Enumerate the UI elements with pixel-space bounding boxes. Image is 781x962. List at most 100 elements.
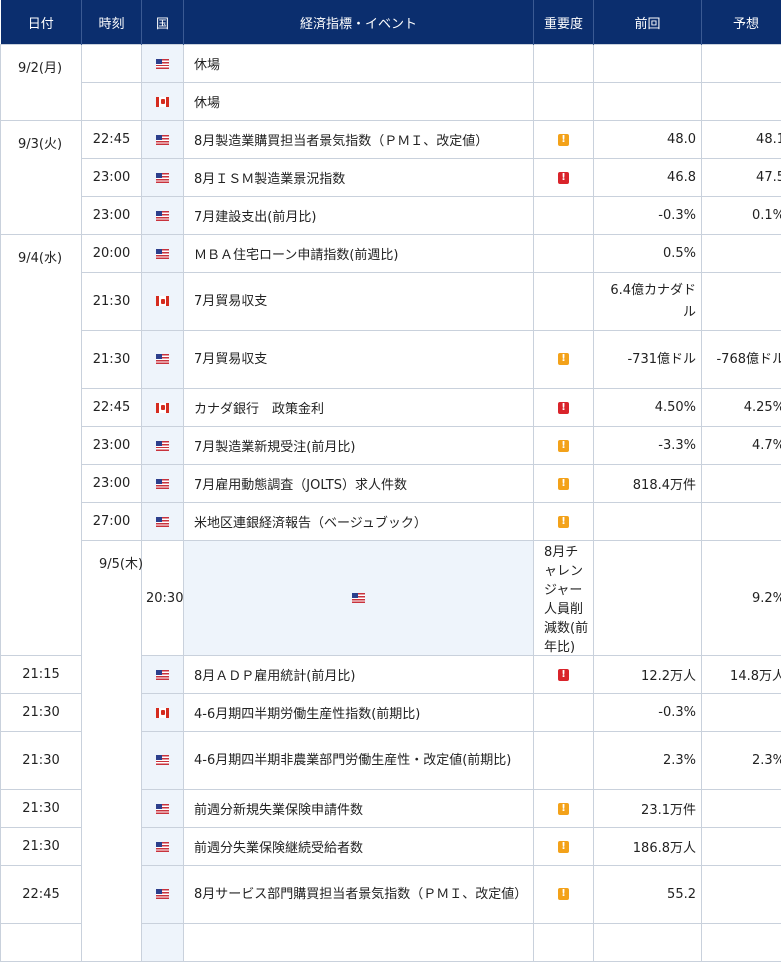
previous-cell: 48.0 [594,121,702,159]
canada-flag-icon [156,708,169,718]
time-cell: 21:15 [1,656,82,694]
importance-cell: ! [534,656,594,694]
table-row: 9/3(火)22:458月製造業購買担当者景気指数（ＰＭＩ、改定値）!48.04… [1,121,781,159]
event-cell: 休場 [184,83,534,121]
us-flag-icon [156,59,169,69]
header-importance: 重要度 [534,0,594,45]
time-cell: 27:00 [82,503,142,541]
medium-importance-icon: ! [558,478,569,490]
event-cell: 米地区連銀経済報告（ベージュブック） [184,503,534,541]
date-cell: 9/3(火) [1,121,82,235]
forecast-cell [702,273,781,331]
table-row: 23:008月ＩＳＭ製造業景況指数!46.847.5 [1,159,781,197]
country-cell [142,427,184,465]
country-cell [142,121,184,159]
time-cell [1,924,82,962]
country-cell [142,828,184,866]
forecast-cell [702,45,781,83]
header-event: 経済指標・イベント [184,0,534,45]
previous-cell: -731億ドル [594,331,702,389]
country-cell [142,465,184,503]
forecast-cell [702,694,781,732]
header-country: 国 [142,0,184,45]
us-flag-icon [156,249,169,259]
table-row: 9/2(月)休場 [1,45,781,83]
us-flag-icon [156,135,169,145]
importance-cell: ! [534,503,594,541]
previous-cell: 12.2万人 [594,656,702,694]
previous-cell: 55.2 [594,866,702,924]
header-date: 日付 [1,0,82,45]
high-importance-icon: ! [558,402,569,414]
previous-cell [594,924,702,962]
table-row: 22:45カナダ銀行 政策金利!4.50%4.25% [1,389,781,427]
event-cell: 8月サービス部門購買担当者景気指数（ＰＭＩ、改定値） [184,866,534,924]
table-row: 27:00 米地区連銀経済報告（ベージュブック）! [1,503,781,541]
time-cell: 23:00 [82,197,142,235]
table-row: 23:007月製造業新規受注(前月比)!-3.3%4.7% [1,427,781,465]
country-cell [142,503,184,541]
canada-flag-icon [156,97,169,107]
country-cell [142,197,184,235]
us-flag-icon [156,670,169,680]
importance-cell: ! [534,866,594,924]
country-cell [142,656,184,694]
us-flag-icon [156,804,169,814]
header-time: 時刻 [82,0,142,45]
us-flag-icon [156,441,169,451]
country-cell [184,541,534,656]
us-flag-icon [156,889,169,899]
header-forecast: 予想 [702,0,781,45]
previous-cell: 186.8万人 [594,828,702,866]
medium-importance-icon: ! [558,841,569,853]
economic-calendar-table: 日付 時刻 国 経済指標・イベント 重要度 前回 予想 9/2(月)休場休場 9/… [0,0,781,962]
event-cell: 7月貿易収支 [184,331,534,389]
previous-cell: -3.3% [594,427,702,465]
event-cell: 8月チャレンジャー人員削減数(前年比) [534,541,594,656]
table-row: 21:30 7月貿易収支 6.4億カナダドル [1,273,781,331]
header-previous: 前回 [594,0,702,45]
country-cell [142,790,184,828]
event-cell: 7月貿易収支 [184,273,534,331]
country-cell [142,273,184,331]
us-flag-icon [156,479,169,489]
time-cell: 22:45 [1,866,82,924]
medium-importance-icon: ! [558,134,569,146]
previous-cell: 9.2% [702,541,781,656]
event-cell: 4-6月期四半期非農業部門労働生産性・改定値(前期比) [184,732,534,790]
event-cell: ＭＢＡ住宅ローン申請指数(前週比) [184,235,534,273]
previous-cell: 23.1万件 [594,790,702,828]
time-cell [82,83,142,121]
table-body: 9/2(月)休場休場9/3(火)22:458月製造業購買担当者景気指数（ＰＭＩ、… [1,45,781,962]
us-flag-icon [156,211,169,221]
high-importance-icon: ! [558,669,569,681]
us-flag-icon [156,755,169,765]
time-cell: 21:30 [1,828,82,866]
previous-cell: 2.3% [594,732,702,790]
forecast-cell: 0.1% [702,197,781,235]
table-row: 9/5(木)20:308月チャレンジャー人員削減数(前年比)9.2% [1,541,781,656]
forecast-cell [702,465,781,503]
previous-cell: 818.4万件 [594,465,702,503]
canada-flag-icon [156,403,169,413]
date-cell: 9/5(木) [82,541,142,962]
table-row: 9/4(水)20:00ＭＢＡ住宅ローン申請指数(前週比)0.5% [1,235,781,273]
time-cell: 20:00 [82,235,142,273]
time-cell: 21:30 [82,273,142,331]
time-cell: 22:45 [82,389,142,427]
importance-cell [534,45,594,83]
importance-cell: ! [534,159,594,197]
medium-importance-icon: ! [558,803,569,815]
table-row: 23:007月雇用動態調査（JOLTS）求人件数!818.4万件 [1,465,781,503]
forecast-cell [702,924,781,962]
us-flag-icon [352,593,365,603]
table-row: 23:007月建設支出(前月比)-0.3%0.1% [1,197,781,235]
importance-cell [534,924,594,962]
previous-cell: 6.4億カナダドル [594,273,702,331]
importance-cell [534,197,594,235]
importance-cell: ! [534,389,594,427]
importance-cell: ! [534,465,594,503]
time-cell: 21:30 [1,732,82,790]
medium-importance-icon: ! [558,888,569,900]
event-cell [184,924,534,962]
